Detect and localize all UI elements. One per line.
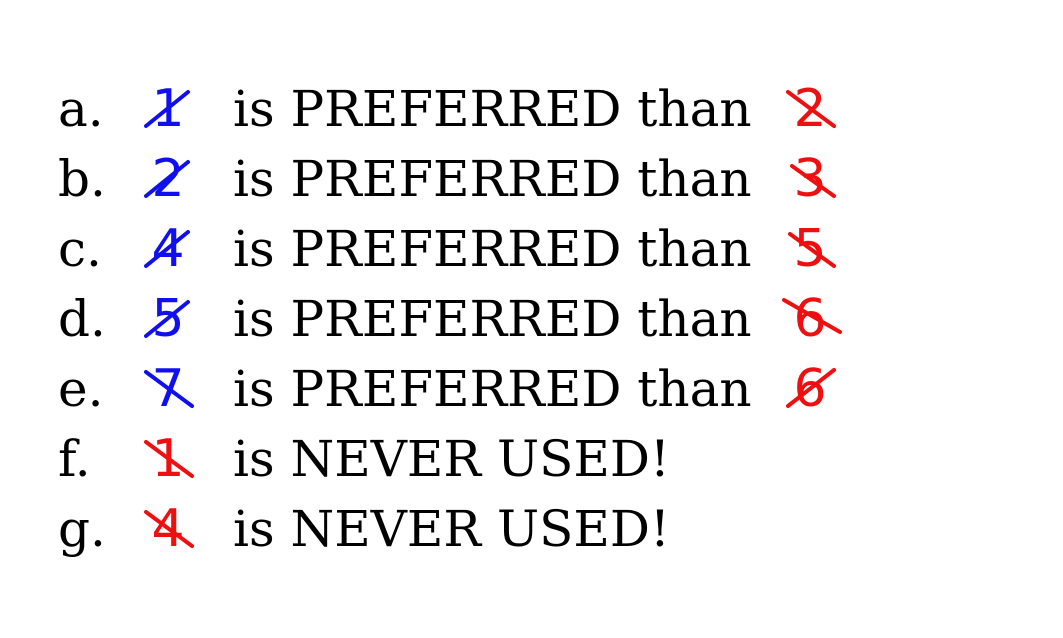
glyph-rules-list: a. 1 is PREFERRED than 2 b. 2 is PREFERR…	[0, 0, 1063, 638]
rule-letter: b.	[58, 150, 106, 208]
strike-icon	[790, 164, 836, 198]
rejected-glyph: 6	[780, 358, 840, 420]
preferred-glyph: 5	[138, 288, 198, 350]
rule-row-d: d. 5 is PREFERRED than 6	[0, 284, 1063, 354]
unused-glyph: 4	[138, 498, 198, 560]
rule-text: is PREFERRED than	[233, 150, 752, 208]
strike-icon	[144, 230, 190, 268]
rule-text: is PREFERRED than	[233, 220, 752, 278]
rule-text: is PREFERRED than	[233, 80, 752, 138]
rule-letter: c.	[58, 220, 102, 278]
rule-letter: a.	[58, 80, 104, 138]
rule-letter: g.	[58, 500, 106, 558]
rejected-glyph: 3	[780, 148, 840, 210]
rule-letter: f.	[58, 430, 91, 488]
rule-row-e: e. 7 is PREFERRED than 6	[0, 354, 1063, 424]
rejected-glyph: 5	[780, 218, 840, 280]
rule-row-b: b. 2 is PREFERRED than 3	[0, 144, 1063, 214]
rule-row-a: a. 1 is PREFERRED than 2	[0, 74, 1063, 144]
rejected-glyph: 2	[780, 78, 840, 140]
preferred-glyph: 2	[138, 148, 198, 210]
rule-letter: e.	[58, 360, 104, 418]
strike-icon	[144, 440, 194, 478]
rule-row-f: f. 1 is NEVER USED!	[0, 424, 1063, 494]
rule-text: is PREFERRED than	[233, 290, 752, 348]
rejected-glyph: 6	[780, 288, 842, 350]
rule-text: is NEVER USED!	[233, 430, 671, 488]
unused-glyph: 1	[138, 428, 198, 490]
rule-text: is PREFERRED than	[233, 360, 752, 418]
strike-icon	[144, 510, 194, 548]
rule-row-c: c. 4 is PREFERRED than 5	[0, 214, 1063, 284]
strike-icon	[144, 160, 190, 198]
preferred-glyph: 4	[138, 218, 198, 280]
strike-icon	[144, 370, 194, 408]
preferred-glyph: 7	[138, 358, 198, 420]
strike-icon	[782, 298, 842, 334]
strike-icon	[788, 232, 836, 268]
preferred-glyph: 1	[138, 78, 198, 140]
rule-text: is NEVER USED!	[233, 500, 671, 558]
rule-row-g: g. 4 is NEVER USED!	[0, 494, 1063, 564]
strike-icon	[144, 300, 190, 338]
strike-icon	[786, 90, 836, 128]
rule-letter: d.	[58, 290, 106, 348]
strike-icon	[786, 368, 836, 408]
strike-icon	[144, 90, 190, 128]
